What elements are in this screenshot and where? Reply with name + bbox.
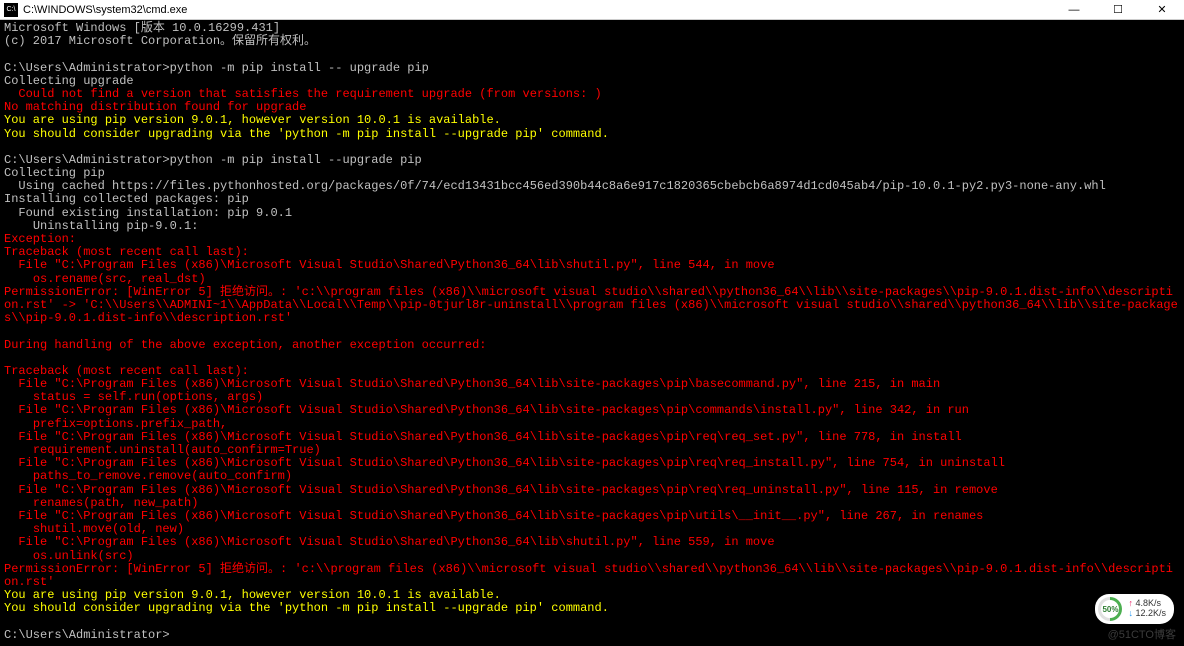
terminal-line: renames(path, new_path) — [4, 497, 1180, 510]
window-title-area: C:\ C:\WINDOWS\system32\cmd.exe — [4, 3, 187, 17]
terminal-line: prefix=options.prefix_path, — [4, 418, 1180, 431]
terminal-line — [4, 352, 1180, 365]
terminal-line: PermissionError: [WinError 5] 拒绝访问。: 'c:… — [4, 286, 1180, 326]
window-controls: — ☐ ✕ — [1052, 0, 1184, 20]
terminal-output[interactable]: Microsoft Windows [版本 10.0.16299.431](c)… — [0, 20, 1184, 644]
maximize-button[interactable]: ☐ — [1096, 0, 1140, 20]
terminal-line: File "C:\Program Files (x86)\Microsoft V… — [4, 484, 1180, 497]
title-bar: C:\ C:\WINDOWS\system32\cmd.exe — ☐ ✕ — [0, 0, 1184, 20]
speed-gauge-icon: 50% — [1098, 597, 1122, 621]
watermark-text: @51CTO博客 — [1108, 626, 1176, 642]
terminal-line: File "C:\Program Files (x86)\Microsoft V… — [4, 404, 1180, 417]
terminal-line: Collecting upgrade — [4, 75, 1180, 88]
minimize-button[interactable]: — — [1052, 0, 1096, 20]
terminal-line: During handling of the above exception, … — [4, 339, 1180, 352]
terminal-line: C:\Users\Administrator>python -m pip ins… — [4, 154, 1180, 167]
terminal-line: PermissionError: [WinError 5] 拒绝访问。: 'c:… — [4, 563, 1180, 589]
terminal-line: os.unlink(src) — [4, 550, 1180, 563]
terminal-line: os.rename(src, real_dst) — [4, 273, 1180, 286]
speed-readout: ↑ 4.8K/s ↓ 12.2K/s — [1128, 599, 1166, 619]
terminal-line: C:\Users\Administrator>python -m pip ins… — [4, 62, 1180, 75]
terminal-line: File "C:\Program Files (x86)\Microsoft V… — [4, 536, 1180, 549]
terminal-line: Found existing installation: pip 9.0.1 — [4, 207, 1180, 220]
terminal-line: You are using pip version 9.0.1, however… — [4, 114, 1180, 127]
terminal-line: C:\Users\Administrator> — [4, 629, 1180, 642]
close-button[interactable]: ✕ — [1140, 0, 1184, 20]
terminal-line — [4, 325, 1180, 338]
terminal-line: paths_to_remove.remove(auto_confirm) — [4, 470, 1180, 483]
network-speed-widget[interactable]: 50% ↑ 4.8K/s ↓ 12.2K/s — [1095, 594, 1174, 624]
terminal-line: (c) 2017 Microsoft Corporation。保留所有权利。 — [4, 35, 1180, 48]
terminal-line: Installing collected packages: pip — [4, 193, 1180, 206]
terminal-line — [4, 615, 1180, 628]
window-title: C:\WINDOWS\system32\cmd.exe — [23, 4, 187, 16]
cmd-icon: C:\ — [4, 3, 18, 17]
terminal-line: File "C:\Program Files (x86)\Microsoft V… — [4, 259, 1180, 272]
terminal-line: You should consider upgrading via the 'p… — [4, 128, 1180, 141]
terminal-line: Uninstalling pip-9.0.1: — [4, 220, 1180, 233]
terminal-line — [4, 141, 1180, 154]
terminal-line: You should consider upgrading via the 'p… — [4, 602, 1180, 615]
terminal-line — [4, 48, 1180, 61]
